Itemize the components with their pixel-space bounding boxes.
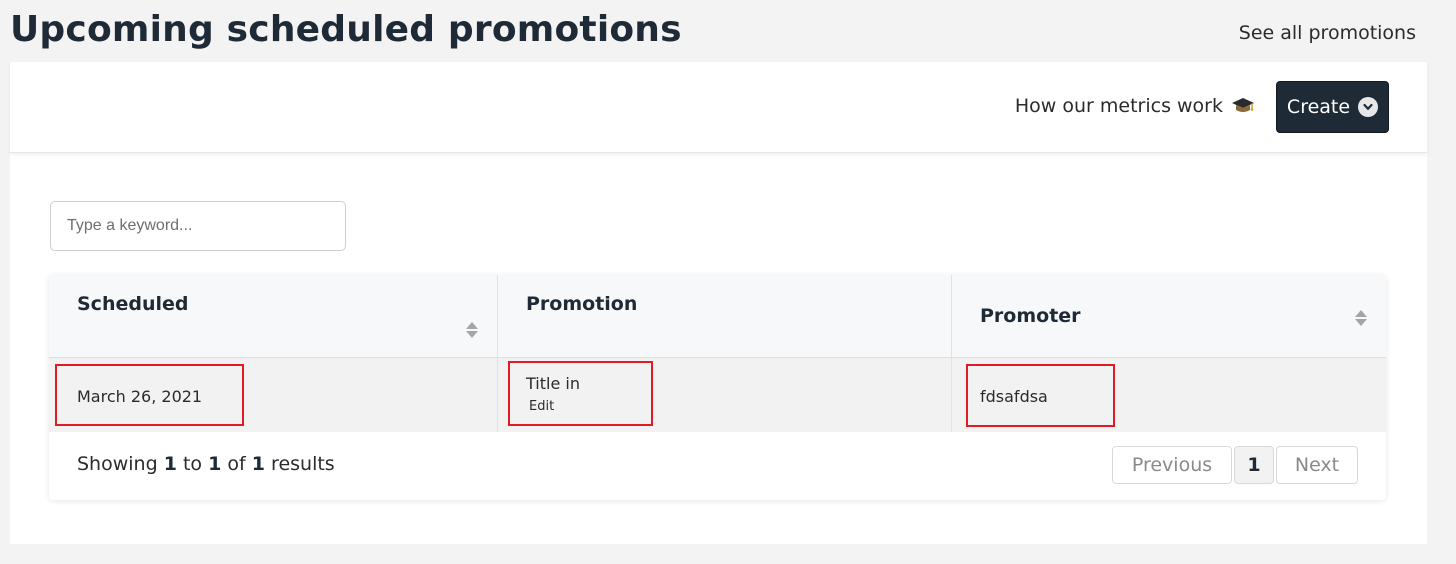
promotion-title: Title in	[526, 374, 580, 393]
edit-promotion-link[interactable]: Edit	[529, 399, 554, 414]
of-word: of	[227, 453, 246, 475]
current-page-button[interactable]: 1	[1234, 446, 1274, 484]
column-header-promotion: Promotion	[498, 275, 952, 357]
promotions-card: How our metrics work Create Scheduled	[10, 62, 1427, 544]
results-to: 1	[208, 453, 222, 475]
previous-page-button[interactable]: Previous	[1112, 446, 1232, 484]
scheduled-date: March 26, 2021	[77, 387, 203, 406]
table-footer: Showing 1 to 1 of 1 results Previous 1 N…	[49, 432, 1386, 500]
sort-icon	[466, 322, 478, 338]
keyword-search-input[interactable]	[50, 201, 346, 251]
column-header-promoter[interactable]: Promoter	[952, 275, 1386, 357]
showing-prefix: Showing	[77, 453, 158, 475]
promoter-name: fdsafdsa	[980, 387, 1048, 406]
column-header-label: Promotion	[526, 293, 638, 315]
results-word: results	[271, 453, 335, 475]
next-page-button[interactable]: Next	[1276, 446, 1358, 484]
cell-promoter: fdsafdsa	[952, 358, 1386, 432]
chevron-down-icon	[1358, 97, 1379, 117]
pagination: Previous 1 Next	[1112, 446, 1358, 484]
column-header-label: Promoter	[980, 305, 1081, 327]
cell-scheduled: March 26, 2021	[49, 358, 498, 432]
highlight-box	[508, 361, 653, 426]
see-all-promotions-link[interactable]: See all promotions	[1239, 22, 1416, 44]
metrics-help-label: How our metrics work	[1014, 95, 1223, 117]
graduation-cap-icon	[1232, 98, 1254, 112]
results-total: 1	[251, 453, 265, 475]
table-header: Scheduled Promotion Promoter	[49, 275, 1386, 358]
promotions-table: Scheduled Promotion Promoter March 26, 2…	[49, 275, 1386, 500]
card-toolbar: How our metrics work Create	[10, 62, 1427, 153]
table-row: March 26, 2021 Title in Edit fdsafdsa	[49, 358, 1386, 432]
page-title: Upcoming scheduled promotions	[10, 9, 682, 50]
results-summary: Showing 1 to 1 of 1 results	[77, 453, 335, 475]
metrics-help-link[interactable]: How our metrics work	[1015, 95, 1255, 117]
create-button-label: Create	[1286, 96, 1351, 118]
column-header-label: Scheduled	[77, 293, 189, 315]
column-header-scheduled[interactable]: Scheduled	[49, 275, 498, 357]
sort-icon	[1355, 310, 1367, 326]
create-button[interactable]: Create	[1276, 81, 1389, 133]
results-from: 1	[163, 453, 177, 475]
cell-promotion: Title in Edit	[498, 358, 952, 432]
to-word: to	[182, 453, 203, 475]
